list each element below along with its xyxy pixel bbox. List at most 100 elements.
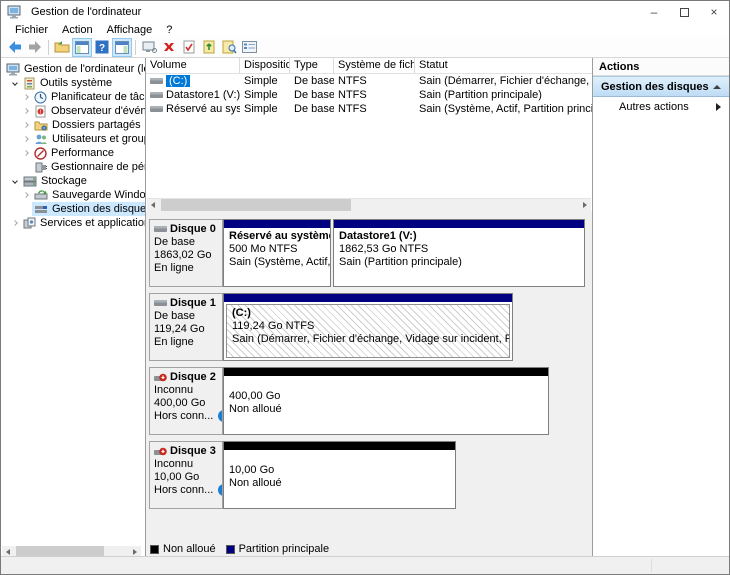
status-bar — [1, 556, 729, 574]
menu-affichage[interactable]: Affichage — [100, 24, 160, 36]
users-groups-icon — [34, 133, 48, 145]
remote-screen-icon[interactable] — [139, 38, 159, 57]
disk-status: Hors conn... — [154, 410, 213, 422]
tree-item-label: Stockage — [41, 175, 87, 187]
maximize-button[interactable] — [669, 1, 699, 23]
tree-item-local-users-groups[interactable]: Utilisateurs et groupes l — [1, 132, 145, 146]
scroll-left-icon[interactable] — [147, 199, 159, 211]
chevron-collapsed-icon[interactable] — [20, 193, 32, 197]
partition-color-strip — [224, 294, 512, 302]
tree-item-storage[interactable]: Stockage — [1, 174, 145, 188]
scrollbar-thumb[interactable] — [161, 199, 351, 211]
close-button[interactable]: × — [699, 1, 729, 23]
tree-item-disk-management[interactable]: Gestion des disques — [1, 202, 145, 216]
actions-item-more-actions[interactable]: Autres actions — [593, 97, 729, 117]
partition-unallocated-400[interactable]: 400,00 Go Non alloué — [223, 367, 549, 435]
cell-filesystem: NTFS — [334, 89, 415, 101]
disk-row-3: Disque 3 Inconnu 10,00 Go Hors conn...i … — [149, 441, 592, 509]
tree-item-task-scheduler[interactable]: Planificateur de tâches — [1, 90, 145, 104]
back-icon[interactable] — [5, 38, 25, 57]
column-header-status[interactable]: Statut — [415, 58, 592, 73]
services-apps-icon — [23, 217, 36, 229]
disk-size: 1863,02 Go — [154, 249, 219, 262]
cell-type: De base — [290, 89, 334, 101]
document-up-icon[interactable] — [199, 38, 219, 57]
partition-size: 10,00 Go — [229, 464, 450, 477]
volume-row-system-reserved[interactable]: Réservé au système Simple De base NTFS S… — [146, 102, 592, 116]
collapse-arrow-icon[interactable] — [713, 85, 721, 89]
cell-disposition: Simple — [240, 75, 290, 87]
disk2-label[interactable]: Disque 2 Inconnu 400,00 Go Hors conn...i — [149, 367, 223, 435]
menu-help[interactable]: ? — [159, 24, 179, 36]
forward-icon[interactable] — [25, 38, 45, 57]
chevron-collapsed-icon[interactable] — [20, 137, 32, 141]
partition-unallocated-10[interactable]: 10,00 Go Non alloué — [223, 441, 456, 509]
show-action-pane-icon[interactable] — [112, 38, 132, 57]
partition-color-strip — [334, 220, 584, 228]
actions-item-label: Autres actions — [619, 101, 689, 113]
column-header-filesystem[interactable]: Système de fichiers — [334, 58, 415, 73]
disk-management-pane: Volume Disposition Type Système de fichi… — [146, 58, 593, 558]
tree-item-system-tools[interactable]: Outils système — [1, 76, 145, 90]
chevron-collapsed-icon[interactable] — [9, 221, 21, 225]
explore-document-icon[interactable] — [219, 38, 239, 57]
computer-icon — [6, 63, 20, 76]
partition-label: Datastore1 (V:) — [339, 230, 579, 243]
check-document-icon[interactable] — [179, 38, 199, 57]
submenu-arrow-icon — [716, 103, 721, 111]
partition-datastore1[interactable]: Datastore1 (V:) 1862,53 Go NTFS Sain (Pa… — [333, 219, 585, 287]
chevron-expanded-icon[interactable] — [9, 81, 21, 85]
menu-action[interactable]: Action — [55, 24, 100, 36]
column-header-type[interactable]: Type — [290, 58, 334, 73]
volume-row-c[interactable]: (C:) Simple De base NTFS Sain (Démarrer,… — [146, 74, 592, 88]
cell-disposition: Simple — [240, 103, 290, 115]
tree-item-device-manager[interactable]: Gestionnaire de périphé — [1, 160, 145, 174]
tree-item-computer-management[interactable]: Gestion de l'ordinateur (local) — [1, 62, 145, 76]
show-console-tree-icon[interactable] — [72, 38, 92, 57]
column-header-volume[interactable]: Volume — [146, 58, 240, 73]
disk-name: Disque 0 — [170, 223, 216, 236]
disk3-label[interactable]: Disque 3 Inconnu 10,00 Go Hors conn...i — [149, 441, 223, 509]
cell-filesystem: NTFS — [334, 103, 415, 115]
tree-item-shared-folders[interactable]: Dossiers partagés — [1, 118, 145, 132]
legend-unallocated-swatch — [150, 545, 159, 554]
partition-label: Réservé au système — [229, 230, 325, 243]
partition-system-reserved[interactable]: Réservé au système 500 Mo NTFS Sain (Sys… — [223, 219, 331, 287]
minimize-button[interactable]: – — [639, 1, 669, 23]
menu-bar: Fichier Action Affichage ? — [1, 23, 729, 37]
partition-c-selected[interactable]: (C:) 119,24 Go NTFS Sain (Démarrer, Fich… — [223, 293, 513, 361]
scroll-right-icon[interactable] — [579, 199, 591, 211]
console-tree-pane: Gestion de l'ordinateur (local) Outils s… — [1, 58, 146, 558]
volume-list: Volume Disposition Type Système de fichi… — [146, 58, 592, 211]
help-icon[interactable]: ? — [92, 38, 112, 57]
chevron-collapsed-icon[interactable] — [20, 123, 32, 127]
disk-kind: Inconnu — [154, 384, 219, 397]
tree-item-services-applications[interactable]: Services et applications — [1, 216, 145, 230]
disk-status: En ligne — [154, 262, 219, 275]
properties-list-icon[interactable] — [239, 38, 259, 57]
system-tools-icon — [23, 77, 36, 90]
disk0-label[interactable]: Disque 0 De base 1863,02 Go En ligne — [149, 219, 223, 287]
volume-name-selected: (C:) — [166, 75, 190, 87]
delete-icon[interactable] — [159, 38, 179, 57]
export-folder-icon[interactable] — [52, 38, 72, 57]
menu-fichier[interactable]: Fichier — [8, 24, 55, 36]
tree-item-windows-backup[interactable]: Sauvegarde Windows S — [1, 188, 145, 202]
disk-name: Disque 3 — [170, 445, 216, 458]
column-header-disposition[interactable]: Disposition — [240, 58, 290, 73]
tree-item-label: Gestion des disques — [52, 203, 145, 215]
chevron-collapsed-icon[interactable] — [20, 151, 32, 155]
disk-size: 119,24 Go — [154, 323, 219, 336]
cell-status: Sain (Système, Actif, Partition principa… — [415, 103, 592, 115]
chevron-expanded-icon[interactable] — [9, 179, 21, 183]
chevron-collapsed-icon[interactable] — [20, 109, 32, 113]
tree-item-label: Services et applications — [40, 217, 145, 229]
chevron-collapsed-icon[interactable] — [20, 95, 32, 99]
disk1-label[interactable]: Disque 1 De base 119,24 Go En ligne — [149, 293, 223, 361]
tree-item-event-viewer[interactable]: ! Observateur d'événeme — [1, 104, 145, 118]
volume-list-horizontal-scrollbar[interactable] — [147, 198, 591, 211]
tree-item-performance[interactable]: Performance — [1, 146, 145, 160]
windows-backup-icon — [34, 189, 48, 201]
actions-group-disk-management[interactable]: Gestion des disques — [593, 76, 729, 97]
volume-row-datastore1[interactable]: Datastore1 (V:) Simple De base NTFS Sain… — [146, 88, 592, 102]
